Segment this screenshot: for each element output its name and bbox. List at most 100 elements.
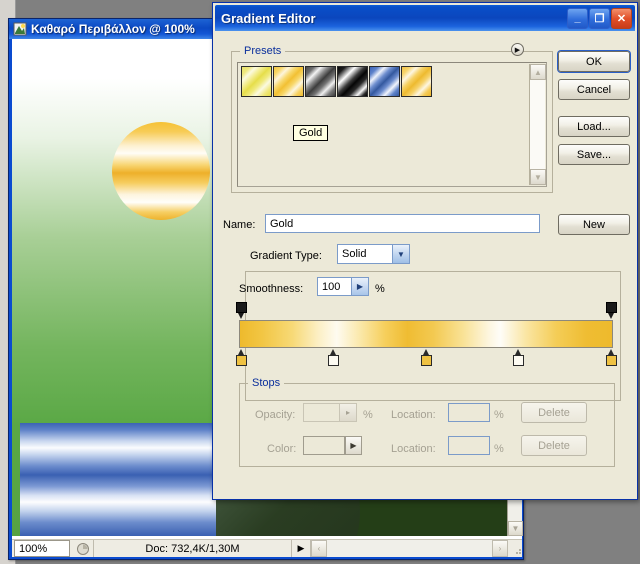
color-location-unit: %	[494, 443, 504, 455]
opacity-unit: %	[363, 409, 373, 421]
color-swatch-button[interactable]	[303, 436, 345, 455]
preset-swatch-4[interactable]	[369, 66, 400, 97]
play-arrow-icon: ▶	[297, 543, 305, 553]
maximize-icon: ❐	[594, 12, 605, 25]
scroll-left-button[interactable]: ‹	[311, 540, 327, 557]
color-picker-arrow-button[interactable]: ▶	[345, 436, 362, 455]
opacity-location-input[interactable]	[448, 403, 490, 422]
color-stop-swatch	[328, 355, 339, 366]
preset-swatch-3[interactable]	[337, 66, 368, 97]
color-stop-swatch	[513, 355, 524, 366]
gradient-name-value: Gold	[270, 217, 294, 230]
color-stop-swatch	[606, 355, 617, 366]
color-popup-arrow-icon: ▶	[350, 441, 357, 450]
load-button-label: Load...	[577, 120, 611, 133]
maximize-button[interactable]: ❐	[589, 7, 610, 29]
ok-button-label: OK	[586, 55, 602, 68]
photoshop-document-icon	[13, 22, 27, 36]
opacity-stop-pointer-icon	[238, 313, 244, 319]
cancel-button-label: Cancel	[576, 83, 612, 96]
presets-menu-arrow-icon: ▶	[514, 46, 521, 54]
ok-button[interactable]: OK	[558, 51, 630, 72]
document-horizontal-scrollbar[interactable]: ‹ ›	[310, 540, 508, 557]
color-stop-2[interactable]	[420, 349, 433, 367]
scroll-right-button[interactable]: ›	[492, 540, 508, 557]
color-stop-swatch	[236, 355, 247, 366]
color-delete-button[interactable]: Delete	[521, 435, 587, 456]
presets-scroll-up-icon: ▲	[534, 67, 542, 77]
opacity-delete-label: Delete	[538, 406, 570, 419]
presets-list[interactable]: Gold ▲ ▼	[237, 62, 547, 187]
opacity-stop-pointer-icon	[608, 313, 614, 319]
scroll-right-icon: ›	[498, 544, 502, 553]
cancel-button[interactable]: Cancel	[558, 79, 630, 100]
load-button[interactable]: Load...	[558, 116, 630, 137]
dialog-titlebar[interactable]: Gradient Editor _ ❐ ✕	[215, 5, 635, 31]
color-location-label: Location:	[391, 443, 436, 455]
gradient-editor-dialog[interactable]: Gradient Editor _ ❐ ✕ Presets Gold ▲ ▼ ▶…	[212, 2, 638, 500]
gradient-name-input[interactable]: Gold	[265, 214, 540, 233]
resize-grip[interactable]	[508, 540, 522, 557]
document-size-info: Doc: 732,4K/1,30M	[94, 540, 292, 557]
smoothness-input[interactable]: 100 ▶	[317, 277, 369, 296]
chevron-down-icon: ▼	[392, 245, 409, 263]
presets-scroll-up-button[interactable]: ▲	[530, 64, 546, 80]
status-menu-arrow-button[interactable]: ▶	[292, 540, 310, 557]
zoom-level-input[interactable]: 100%	[14, 540, 70, 557]
presets-legend: Presets	[240, 45, 286, 57]
scroll-down-icon: ▼	[511, 524, 520, 533]
presets-group: Presets Gold ▲ ▼	[231, 45, 553, 193]
opacity-stop-0[interactable]	[235, 302, 248, 320]
gradient-ramp	[239, 320, 613, 348]
opacity-stop-swatch	[236, 302, 247, 313]
doc-sizes-icon[interactable]	[72, 540, 94, 557]
document-status-bar: 100% Doc: 732,4K/1,30M ▶ ‹ ›	[12, 539, 522, 557]
preset-swatch-1[interactable]	[273, 66, 304, 97]
name-label: Name:	[223, 219, 256, 231]
opacity-delete-button[interactable]: Delete	[521, 402, 587, 423]
zoom-level-value: 100%	[19, 542, 48, 555]
preset-tooltip: Gold	[293, 125, 329, 141]
preset-swatch-2[interactable]	[305, 66, 336, 97]
gradient-preview-bar[interactable]	[239, 320, 613, 348]
color-label: Color:	[267, 443, 297, 455]
dialog-body: Presets Gold ▲ ▼ ▶ OK Cancel Load... Sav…	[215, 31, 635, 497]
dialog-title: Gradient Editor	[221, 10, 316, 26]
presets-scrollbar[interactable]: ▲ ▼	[529, 64, 546, 185]
gradient-type-label: Gradient Type:	[250, 250, 322, 262]
blue-striped-gradient-shape	[20, 423, 216, 536]
screen-root: Καθαρό Περιβάλλον @ 100% ▲ ▼ 100	[0, 0, 640, 564]
gradient-type-select[interactable]: Solid ▼	[337, 244, 410, 264]
stops-legend: Stops	[248, 377, 285, 389]
gradient-type-value: Solid	[342, 248, 367, 260]
preset-swatch-5[interactable]	[401, 66, 432, 97]
presets-scroll-down-button[interactable]: ▼	[530, 169, 546, 185]
color-stop-3[interactable]	[512, 349, 525, 367]
color-delete-label: Delete	[538, 439, 570, 452]
opacity-label: Opacity:	[255, 409, 296, 421]
smoothness-value: 100	[322, 280, 341, 293]
opacity-input[interactable]: ▸	[303, 403, 357, 422]
opacity-stop-1[interactable]	[605, 302, 618, 320]
opacity-stop-swatch	[606, 302, 617, 313]
color-stop-4[interactable]	[605, 349, 618, 367]
new-button[interactable]: New	[558, 214, 630, 235]
preset-swatch-row	[241, 66, 433, 97]
color-stop-1[interactable]	[327, 349, 340, 367]
color-location-input[interactable]	[448, 436, 490, 455]
preset-swatch-0[interactable]	[241, 66, 272, 97]
opacity-location-unit: %	[494, 409, 504, 421]
document-title: Καθαρό Περιβάλλον @ 100%	[31, 22, 195, 36]
close-button[interactable]: ✕	[611, 7, 632, 29]
scroll-left-icon: ‹	[317, 544, 321, 553]
save-button[interactable]: Save...	[558, 144, 630, 165]
smoothness-unit: %	[375, 283, 385, 295]
presets-scroll-down-icon: ▼	[534, 172, 542, 182]
smoothness-label: Smoothness:	[239, 283, 304, 295]
sun-circle-shape	[112, 122, 210, 220]
color-stop-0[interactable]	[235, 349, 248, 367]
minimize-button[interactable]: _	[567, 7, 588, 29]
presets-menu-button[interactable]: ▶	[511, 43, 524, 56]
scroll-down-button[interactable]: ▼	[508, 521, 523, 536]
smoothness-popup-arrow-icon: ▶	[351, 278, 368, 295]
